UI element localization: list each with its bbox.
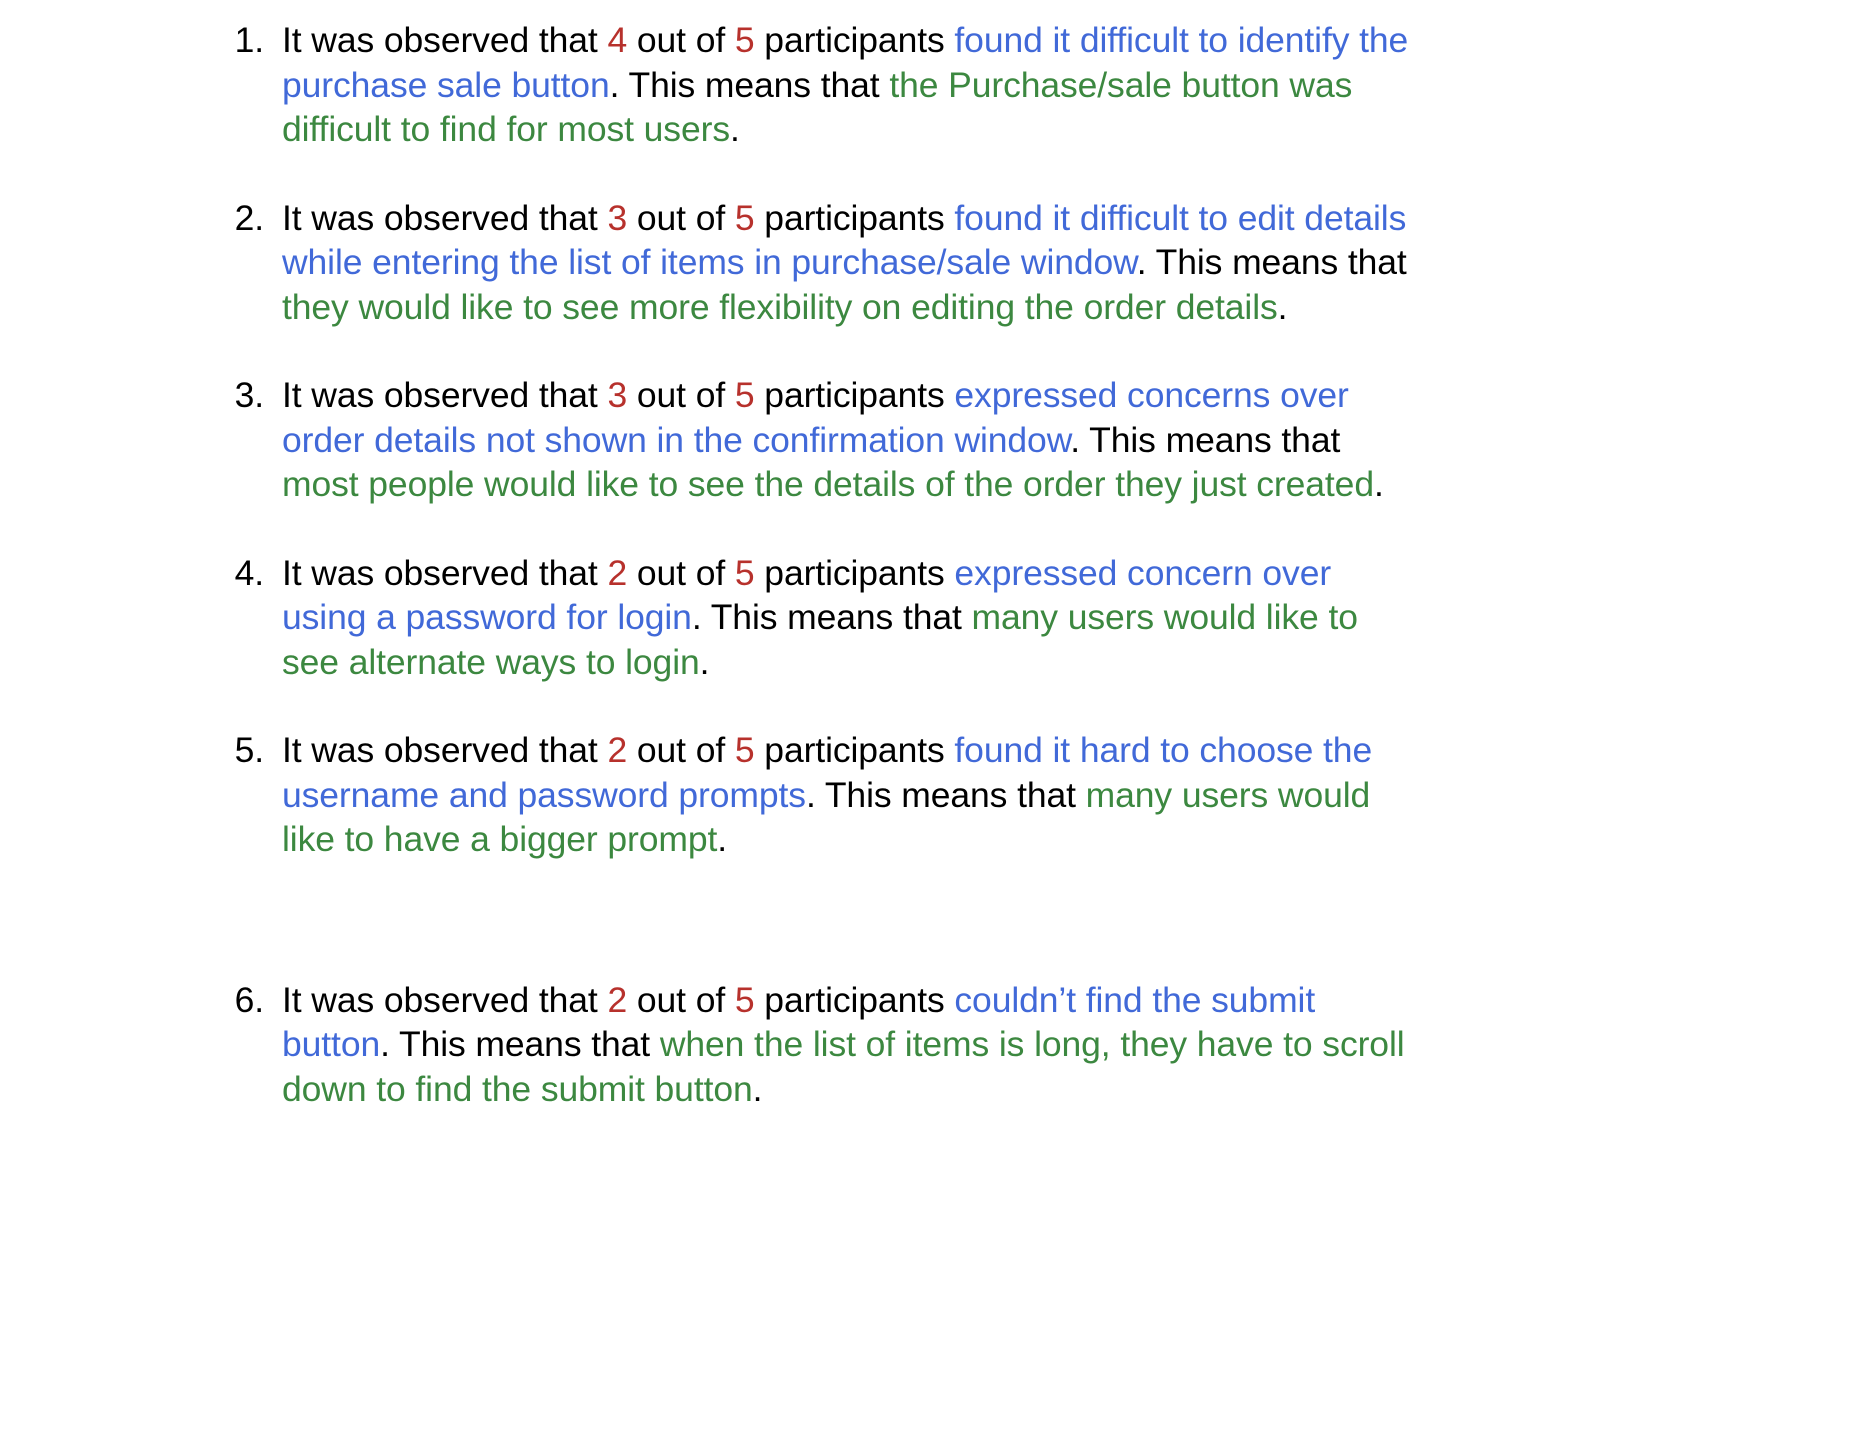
participant-count: 2 xyxy=(607,552,628,593)
finding-item: 6. It was observed that 2 out of 5 parti… xyxy=(222,978,1412,1112)
finding-text: It was observed that 2 out of 5 particip… xyxy=(282,728,1412,862)
list-marker: 4. xyxy=(234,552,265,593)
connector-text: . This means that xyxy=(609,64,890,105)
interpretation-text: most people would like to see the detail… xyxy=(282,464,1374,504)
end-punctuation: . xyxy=(752,1068,763,1109)
lead-in-text: It was observed that xyxy=(282,552,608,593)
out-of-text: out of xyxy=(627,552,735,593)
lead-in-text: It was observed that xyxy=(282,197,608,238)
connector-text: . This means that xyxy=(1136,242,1407,282)
finding-item: 2. It was observed that 3 out of 5 parti… xyxy=(222,196,1412,330)
participants-word: participants xyxy=(754,20,955,60)
connector-text: . This means that xyxy=(380,1024,660,1064)
finding-item: 3. It was observed that 3 out of 5 parti… xyxy=(222,373,1412,507)
lead-in-text: It was observed that xyxy=(282,20,608,60)
participant-total: 5 xyxy=(734,552,755,593)
connector-text: . This means that xyxy=(1070,419,1341,460)
end-punctuation: . xyxy=(717,819,728,859)
connector-text: . This means that xyxy=(805,774,1086,815)
finding-text: It was observed that 3 out of 5 particip… xyxy=(282,373,1412,507)
lead-in-text: It was observed that xyxy=(282,730,608,770)
finding-text: It was observed that 3 out of 5 particip… xyxy=(282,196,1412,330)
end-punctuation: . xyxy=(729,109,740,149)
finding-text: It was observed that 2 out of 5 particip… xyxy=(282,978,1412,1112)
participant-count: 4 xyxy=(607,20,628,60)
finding-text: It was observed that 4 out of 5 particip… xyxy=(282,18,1412,152)
interpretation-text: they would like to see more flexibility … xyxy=(282,286,1278,327)
participants-word: participants xyxy=(754,375,955,415)
out-of-text: out of xyxy=(627,20,735,60)
finding-item: 4. It was observed that 2 out of 5 parti… xyxy=(222,551,1412,685)
out-of-text: out of xyxy=(627,979,735,1020)
out-of-text: out of xyxy=(627,375,735,415)
connector-text: . This means that xyxy=(691,597,972,637)
participants-word: participants xyxy=(754,552,955,593)
finding-item: 5. It was observed that 2 out of 5 parti… xyxy=(222,728,1412,862)
participant-total: 5 xyxy=(734,20,755,60)
participant-count: 2 xyxy=(607,979,628,1020)
end-punctuation: . xyxy=(1373,464,1384,504)
finding-text: It was observed that 2 out of 5 particip… xyxy=(282,551,1412,685)
lead-in-text: It was observed that xyxy=(282,979,608,1020)
finding-item: 1. It was observed that 4 out of 5 parti… xyxy=(222,18,1412,152)
participant-total: 5 xyxy=(734,375,755,415)
participants-word: participants xyxy=(754,197,955,238)
participant-total: 5 xyxy=(734,730,755,770)
participant-count: 2 xyxy=(607,730,628,770)
list-marker: 6. xyxy=(234,979,265,1020)
list-marker: 1. xyxy=(234,20,265,60)
document-page: 1. It was observed that 4 out of 5 parti… xyxy=(0,0,1856,1446)
participant-total: 5 xyxy=(734,979,755,1020)
out-of-text: out of xyxy=(627,197,735,238)
list-marker: 5. xyxy=(234,730,265,770)
participants-word: participants xyxy=(754,730,955,770)
participant-count: 3 xyxy=(607,375,628,415)
participants-word: participants xyxy=(754,979,955,1020)
participant-total: 5 xyxy=(734,197,755,238)
lead-in-text: It was observed that xyxy=(282,375,608,415)
usability-findings-list: 1. It was observed that 4 out of 5 parti… xyxy=(222,18,1412,1111)
out-of-text: out of xyxy=(627,730,735,770)
participant-count: 3 xyxy=(607,197,628,238)
list-marker: 3. xyxy=(234,375,265,415)
end-punctuation: . xyxy=(699,641,710,682)
list-marker: 2. xyxy=(234,197,265,238)
end-punctuation: . xyxy=(1277,286,1288,327)
